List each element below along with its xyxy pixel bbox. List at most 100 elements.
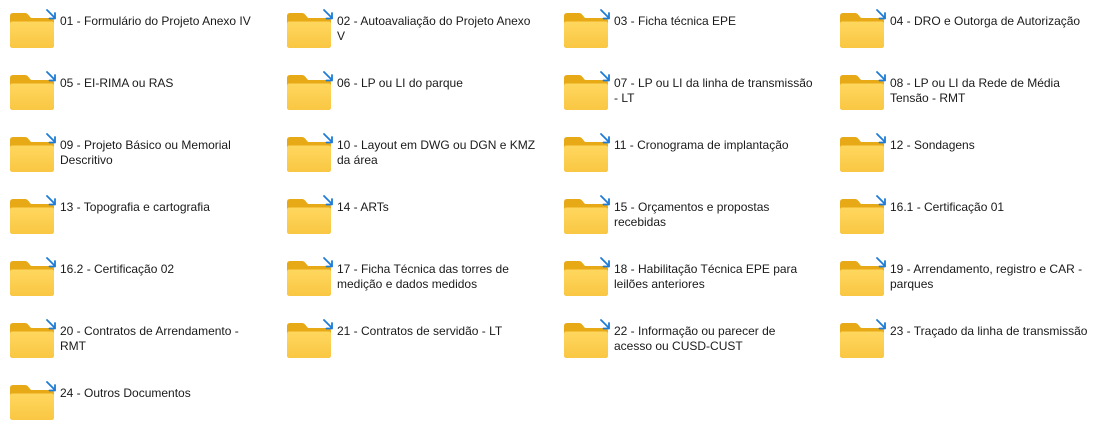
folder-item[interactable]: 19 - Arrendamento, registro e CAR - parq… xyxy=(838,256,1093,312)
sync-arrow-icon xyxy=(598,256,612,270)
folder-label: 17 - Ficha Técnica das torres de medição… xyxy=(337,262,509,291)
folder-item[interactable]: 18 - Habilitação Técnica EPE para leilõe… xyxy=(562,256,832,312)
folder-label: 15 - Orçamentos e propostas recebidas xyxy=(614,200,770,229)
folder-label: 03 - Ficha técnica EPE xyxy=(614,14,737,28)
folder-item[interactable]: 24 - Outros Documentos xyxy=(8,380,278,436)
folder-item[interactable]: 09 - Projeto Básico ou Memorial Descriti… xyxy=(8,132,278,188)
folder-label: 24 - Outros Documentos xyxy=(60,386,191,400)
folder-icon xyxy=(8,70,58,112)
folder-label: 06 - LP ou LI do parque xyxy=(337,76,463,90)
sync-arrow-icon xyxy=(321,318,335,332)
folder-item[interactable]: 12 - Sondagens xyxy=(838,132,1093,188)
folder-label: 21 - Contratos de servidão - LT xyxy=(337,324,503,338)
folder-label: 23 - Traçado da linha de transmissão xyxy=(890,324,1088,338)
sync-arrow-icon xyxy=(598,70,612,84)
folder-icon xyxy=(285,8,335,50)
sync-arrow-icon xyxy=(874,8,888,22)
folder-item[interactable]: 20 - Contratos de Arrendamento - RMT xyxy=(8,318,278,374)
folder-label: 08 - LP ou LI da Rede de Média Tensão - … xyxy=(890,76,1060,105)
folder-item[interactable]: 02 - Autoavaliação do Projeto Anexo V xyxy=(285,8,555,64)
folder-icon xyxy=(562,8,612,50)
sync-arrow-icon xyxy=(874,132,888,146)
folder-icon xyxy=(8,194,58,236)
folder-item[interactable]: 04 - DRO e Outorga de Autorização xyxy=(838,8,1093,64)
folder-label: 11 - Cronograma de implantação xyxy=(614,138,789,152)
sync-arrow-icon xyxy=(44,132,58,146)
folder-label: 22 - Informação ou parecer de acesso ou … xyxy=(614,324,776,353)
folder-item[interactable]: 08 - LP ou LI da Rede de Média Tensão - … xyxy=(838,70,1093,126)
folder-item[interactable]: 21 - Contratos de servidão - LT xyxy=(285,318,555,374)
folder-item[interactable]: 23 - Traçado da linha de transmissão xyxy=(838,318,1093,374)
folder-icon xyxy=(562,256,612,298)
sync-arrow-icon xyxy=(874,70,888,84)
folder-icon xyxy=(285,318,335,360)
folder-item[interactable]: 14 - ARTs xyxy=(285,194,555,250)
sync-arrow-icon xyxy=(598,8,612,22)
folder-item[interactable]: 22 - Informação ou parecer de acesso ou … xyxy=(562,318,832,374)
folder-item[interactable]: 11 - Cronograma de implantação xyxy=(562,132,832,188)
folder-label: 01 - Formulário do Projeto Anexo IV xyxy=(60,14,251,28)
folder-item[interactable]: 05 - EI-RIMA ou RAS xyxy=(8,70,278,126)
folder-icon xyxy=(8,132,58,174)
folder-icon xyxy=(8,380,58,422)
folder-icon xyxy=(562,132,612,174)
sync-arrow-icon xyxy=(874,194,888,208)
folder-label: 05 - EI-RIMA ou RAS xyxy=(60,76,174,90)
folder-grid: 01 - Formulário do Projeto Anexo IV 02 -… xyxy=(0,0,1093,420)
folder-item[interactable]: 01 - Formulário do Projeto Anexo IV xyxy=(8,8,278,64)
folder-label: 04 - DRO e Outorga de Autorização xyxy=(890,14,1081,28)
sync-arrow-icon xyxy=(44,8,58,22)
folder-icon xyxy=(8,256,58,298)
folder-item[interactable]: 17 - Ficha Técnica das torres de medição… xyxy=(285,256,555,312)
folder-icon xyxy=(285,70,335,112)
folder-item[interactable]: 15 - Orçamentos e propostas recebidas xyxy=(562,194,832,250)
folder-icon xyxy=(8,318,58,360)
folder-label: 19 - Arrendamento, registro e CAR - parq… xyxy=(890,262,1083,291)
sync-arrow-icon xyxy=(44,70,58,84)
folder-label: 12 - Sondagens xyxy=(890,138,975,152)
folder-item[interactable]: 16.1 - Certificação 01 xyxy=(838,194,1093,250)
folder-icon xyxy=(562,194,612,236)
folder-label: 18 - Habilitação Técnica EPE para leilõe… xyxy=(614,262,798,291)
folder-icon xyxy=(838,256,888,298)
folder-icon xyxy=(838,132,888,174)
folder-icon xyxy=(285,256,335,298)
folder-label: 10 - Layout em DWG ou DGN e KMZ da área xyxy=(337,138,536,167)
sync-arrow-icon xyxy=(44,256,58,270)
sync-arrow-icon xyxy=(44,318,58,332)
folder-label: 07 - LP ou LI da linha de transmissão - … xyxy=(614,76,813,105)
sync-arrow-icon xyxy=(598,132,612,146)
sync-arrow-icon xyxy=(874,256,888,270)
folder-label: 09 - Projeto Básico ou Memorial Descriti… xyxy=(60,138,231,167)
folder-label: 16.1 - Certificação 01 xyxy=(890,200,1005,214)
folder-item[interactable]: 13 - Topografia e cartografia xyxy=(8,194,278,250)
folder-icon xyxy=(838,70,888,112)
folder-item[interactable]: 06 - LP ou LI do parque xyxy=(285,70,555,126)
folder-icon xyxy=(838,8,888,50)
folder-item[interactable]: 16.2 - Certificação 02 xyxy=(8,256,278,312)
sync-arrow-icon xyxy=(321,256,335,270)
folder-label: 16.2 - Certificação 02 xyxy=(60,262,175,276)
sync-arrow-icon xyxy=(44,194,58,208)
sync-arrow-icon xyxy=(321,70,335,84)
folder-item[interactable]: 10 - Layout em DWG ou DGN e KMZ da área xyxy=(285,132,555,188)
sync-arrow-icon xyxy=(598,194,612,208)
folder-icon xyxy=(562,70,612,112)
folder-icon xyxy=(285,132,335,174)
sync-arrow-icon xyxy=(874,318,888,332)
folder-label: 02 - Autoavaliação do Projeto Anexo V xyxy=(337,14,531,43)
sync-arrow-icon xyxy=(321,194,335,208)
folder-item[interactable]: 03 - Ficha técnica EPE xyxy=(562,8,832,64)
folder-label: 13 - Topografia e cartografia xyxy=(60,200,210,214)
folder-item[interactable]: 07 - LP ou LI da linha de transmissão - … xyxy=(562,70,832,126)
folder-label: 14 - ARTs xyxy=(337,200,389,214)
folder-icon xyxy=(285,194,335,236)
sync-arrow-icon xyxy=(598,318,612,332)
sync-arrow-icon xyxy=(44,380,58,394)
folder-icon xyxy=(8,8,58,50)
folder-icon xyxy=(838,194,888,236)
sync-arrow-icon xyxy=(321,8,335,22)
folder-icon xyxy=(838,318,888,360)
folder-icon xyxy=(562,318,612,360)
sync-arrow-icon xyxy=(321,132,335,146)
